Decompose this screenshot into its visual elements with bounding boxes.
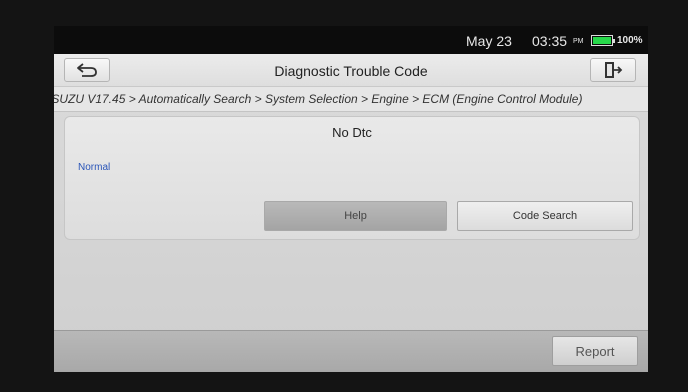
report-button[interactable]: Report [552,336,638,366]
system-status-text: Normal [78,162,111,173]
page-title: Diagnostic Trouble Code [274,63,428,79]
title-bar: Diagnostic Trouble Code [54,54,648,87]
help-button[interactable]: Help [264,201,447,231]
exit-button[interactable] [590,58,636,82]
code-search-button[interactable]: Code Search [457,201,633,231]
footer-bar: Report [54,330,648,372]
exit-icon [605,62,623,78]
breadcrumb-path: ISUZU V17.45 > Automatically Search > Sy… [54,92,583,106]
status-ampm: PM [573,38,584,45]
device-screen: May 23 03:35 PM 100% Diagnostic Trouble … [54,26,648,372]
dtc-result-panel: No Dtc Normal Help Code Search [64,116,640,240]
breadcrumb: ISUZU V17.45 > Automatically Search > Sy… [54,87,648,112]
battery-tip [613,39,615,43]
status-date: May 23 [466,33,512,49]
battery-icon [591,35,615,46]
dtc-result-title: No Dtc [332,125,372,140]
battery-percent: 100% [617,35,643,46]
status-time: 03:35 [532,33,568,49]
status-bar: May 23 03:35 PM 100% [54,26,648,54]
battery-level-fill [593,37,611,44]
